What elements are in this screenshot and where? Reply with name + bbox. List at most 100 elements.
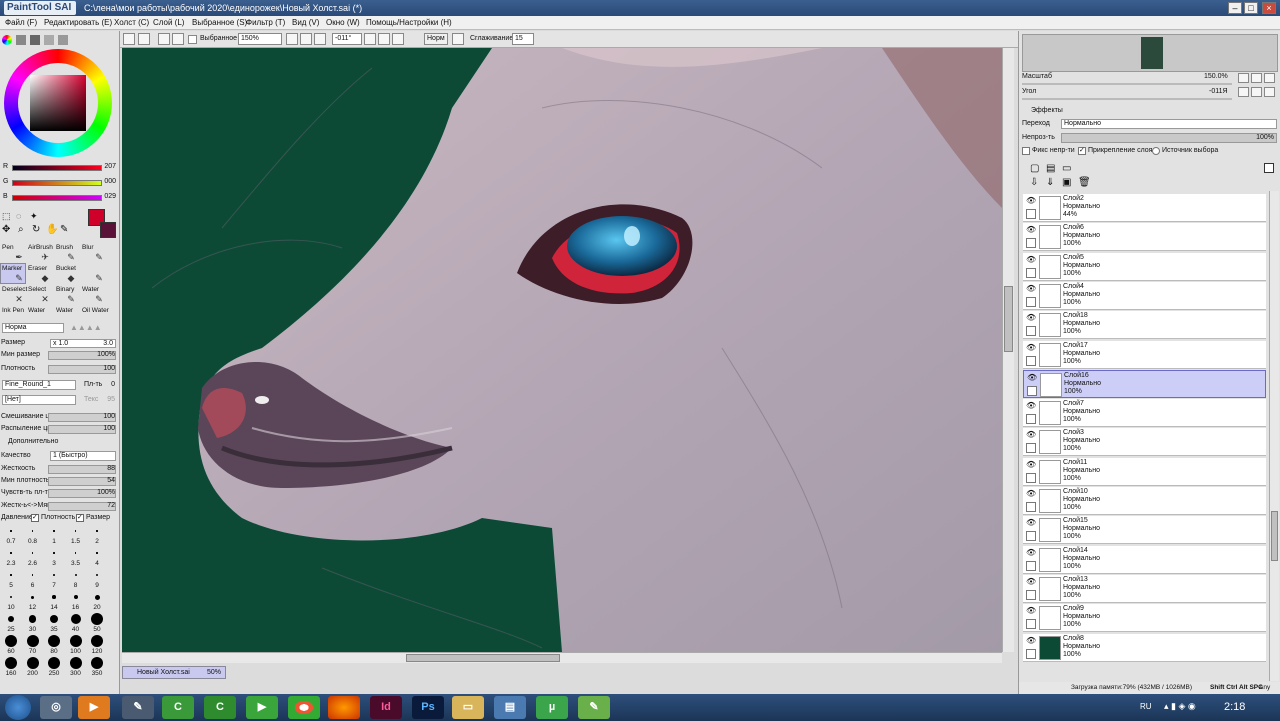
color-wheel[interactable] xyxy=(4,49,112,157)
nav-angle-slider[interactable] xyxy=(1022,98,1232,100)
zoom-reset-button[interactable] xyxy=(314,33,326,45)
blend-color-row[interactable]: Смешивание цве 100 xyxy=(0,412,118,423)
nav-rotate-right-button[interactable] xyxy=(1251,87,1262,97)
rgb-slider-tab-icon[interactable] xyxy=(16,35,26,45)
eye-icon[interactable]: 👁 xyxy=(1026,226,1036,234)
tool-select[interactable]: Select xyxy=(28,286,46,293)
brush-size-dot[interactable] xyxy=(31,530,34,532)
firefox-icon[interactable] xyxy=(328,696,360,719)
nav-zoom-out-button[interactable] xyxy=(1238,73,1249,83)
clear-layer-icon[interactable]: ▣ xyxy=(1062,177,1071,188)
layer-lock-checkbox[interactable] xyxy=(1027,385,1037,396)
min-density-bar[interactable] xyxy=(48,477,116,486)
brush-size-dot[interactable] xyxy=(96,552,98,554)
layer-list-scrollbar[interactable] xyxy=(1269,191,1279,681)
explorer-icon[interactable]: ▭ xyxy=(452,696,484,719)
eye-icon[interactable]: 👁 xyxy=(1026,284,1036,293)
stabilizer-field[interactable]: 15 xyxy=(512,33,534,45)
brush-size-dot[interactable] xyxy=(94,594,100,600)
nav-zoom-in-button[interactable] xyxy=(1251,73,1262,83)
eye-icon[interactable]: 👁 xyxy=(1026,490,1036,498)
rotate-left-button[interactable] xyxy=(364,33,376,45)
tool-water[interactable]: Water xyxy=(82,286,99,293)
taskbar-app-5-icon[interactable]: C xyxy=(204,696,236,719)
layer-row[interactable]: 👁 Слой16 Нормально 100% xyxy=(1023,369,1266,398)
brush-shape-select[interactable]: Fine_Round_1 xyxy=(2,380,76,390)
indesign-icon[interactable]: Id xyxy=(370,696,402,719)
brush-texture-select[interactable]: [Нет] xyxy=(2,395,76,405)
new-folder-icon[interactable]: ▭ xyxy=(1062,163,1071,174)
layer-lock-checkbox[interactable] xyxy=(1026,589,1036,600)
swatch-tab-icon[interactable] xyxy=(44,35,54,45)
new-linework-layer-icon[interactable]: ▤ xyxy=(1046,163,1055,174)
layer-lock-checkbox[interactable] xyxy=(1026,531,1036,542)
layer-lock-checkbox[interactable] xyxy=(1026,443,1036,454)
tool-marker[interactable]: Marker xyxy=(2,265,22,272)
merge-down-icon[interactable]: ⇓ xyxy=(1046,177,1054,188)
tool-binary[interactable]: Binary xyxy=(56,286,74,293)
saturation-value-square[interactable] xyxy=(30,75,86,131)
brush-size-dot[interactable] xyxy=(53,530,55,532)
brush-size-dot[interactable] xyxy=(95,573,99,577)
layer-row[interactable]: 👁 Слой3 Нормально 100% xyxy=(1023,428,1266,457)
utorrent-icon[interactable]: µ xyxy=(536,696,568,719)
brush-size-dot[interactable] xyxy=(48,635,60,647)
layer-lock-checkbox[interactable] xyxy=(1026,648,1036,659)
start-button[interactable] xyxy=(5,695,31,720)
tool-brush[interactable]: Brush xyxy=(56,244,73,251)
clipping-checkbox[interactable]: ✓ xyxy=(1078,147,1086,155)
brush-size-dot[interactable] xyxy=(26,635,39,647)
layer-thumbnail-toggle-icon[interactable] xyxy=(1264,163,1274,173)
tool-pen[interactable]: Pen xyxy=(2,244,14,251)
layer-row[interactable]: 👁 Слой7 Нормально 100% xyxy=(1023,399,1266,428)
menu-edit[interactable]: Редактировать (E) xyxy=(44,18,112,27)
transfer-down-icon[interactable]: ⇩ xyxy=(1030,177,1038,188)
zoom-in-button[interactable] xyxy=(300,33,312,45)
layer-row[interactable]: 👁 Слой6 Нормально 100% xyxy=(1023,223,1266,252)
layer-lock-checkbox[interactable] xyxy=(1026,355,1036,366)
layer-row[interactable]: 👁 Слой2 Нормально 44% xyxy=(1023,194,1266,222)
tool-water-2[interactable]: Water xyxy=(28,307,45,314)
layer-row[interactable]: 👁 Слой18 Нормально 100% xyxy=(1023,311,1266,340)
nav-rotate-left-button[interactable] xyxy=(1238,87,1249,97)
eye-icon[interactable]: 👁 xyxy=(1026,197,1036,205)
rotate-icon[interactable]: ↻ xyxy=(32,224,40,235)
layer-scroll-thumb[interactable] xyxy=(1271,511,1278,561)
layer-lock-checkbox[interactable] xyxy=(1026,414,1036,425)
brush-size-dot[interactable] xyxy=(31,552,34,554)
lasso-icon[interactable]: ◌ xyxy=(16,211,21,221)
brush-size-dot[interactable] xyxy=(7,615,15,623)
brush-size-dot[interactable] xyxy=(69,635,82,647)
layer-lock-checkbox[interactable] xyxy=(1026,502,1036,512)
size-field[interactable]: x 1.0 3.0 xyxy=(50,339,116,348)
red-bar[interactable] xyxy=(12,165,102,171)
hard-soft-bar[interactable] xyxy=(48,502,116,511)
painttool-sai-taskbar-icon[interactable]: ✎ xyxy=(578,696,610,719)
invert-selection-button[interactable] xyxy=(172,33,184,45)
layer-opacity-slider[interactable]: 100% xyxy=(1061,133,1277,143)
chrome-icon[interactable] xyxy=(288,696,320,719)
eye-icon[interactable]: 👁 xyxy=(1026,577,1036,586)
brush-size-dot[interactable] xyxy=(10,530,12,532)
layer-blend-mode-select[interactable]: Нормально xyxy=(1061,119,1277,129)
language-indicator[interactable]: RU xyxy=(1140,702,1152,711)
brush-size-dot[interactable] xyxy=(69,657,82,669)
pressure-size-checkbox[interactable]: ✓ xyxy=(76,514,84,522)
eye-icon[interactable]: 👁 xyxy=(1026,607,1036,615)
brush-size-dot[interactable] xyxy=(91,635,103,647)
effects-label[interactable]: Эффекты xyxy=(1031,107,1063,114)
tool-water-3[interactable]: Water xyxy=(56,307,73,314)
brush-size-dot[interactable] xyxy=(10,574,12,576)
selection-checkbox[interactable] xyxy=(188,35,197,44)
zoom-out-button[interactable] xyxy=(286,33,298,45)
eye-icon[interactable]: 👁 xyxy=(1026,636,1036,645)
zoom-field[interactable]: 150% xyxy=(238,33,282,45)
magic-wand-icon[interactable]: ✦ xyxy=(30,211,38,222)
layer-row[interactable]: 👁 Слой9 Нормально 100% xyxy=(1023,604,1266,633)
menu-view[interactable]: Вид (V) xyxy=(292,18,319,27)
blue-bar[interactable] xyxy=(12,195,102,201)
menu-file[interactable]: Файл (F) xyxy=(5,18,37,27)
menu-filter[interactable]: Фильтр (T) xyxy=(246,18,285,27)
eye-icon[interactable]: 👁 xyxy=(1026,460,1036,469)
new-layer-icon[interactable]: ▢ xyxy=(1030,163,1039,174)
